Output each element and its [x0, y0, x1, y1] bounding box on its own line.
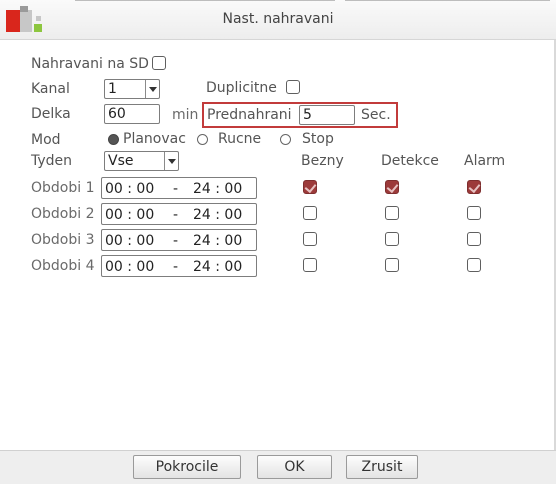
length-unit: min [172, 107, 199, 123]
column-alarm: Alarm [464, 153, 506, 169]
period-start: 00 : 00 [105, 207, 155, 223]
period-label: Obdobi 4 [31, 258, 95, 274]
advanced-button[interactable]: Pokrocile [133, 455, 241, 479]
mode-radio-planovac[interactable] [108, 134, 119, 145]
prerecord-label: Prednahrani [207, 107, 292, 123]
length-input[interactable]: 60 [104, 104, 160, 124]
period-detekce-checkbox[interactable] [385, 206, 399, 220]
period-detekce-checkbox[interactable] [385, 232, 399, 246]
period-alarm-checkbox[interactable] [467, 232, 481, 246]
mode-radio-rucne[interactable] [197, 134, 208, 145]
duplicate-checkbox[interactable] [286, 80, 300, 94]
mode-option-rucne: Rucne [218, 131, 262, 147]
title-bar: Nast. nahravani [0, 0, 556, 40]
week-select[interactable]: Vse [104, 151, 179, 171]
week-value: Vse [108, 153, 134, 169]
mode-label: Mod [31, 132, 61, 148]
period-time-range[interactable]: 00 : 00 - 24 : 00 [101, 229, 257, 251]
period-bezny-checkbox[interactable] [303, 180, 317, 194]
period-start: 00 : 00 [105, 259, 155, 275]
chevron-down-icon[interactable] [164, 152, 178, 170]
period-label: Obdobi 3 [31, 232, 95, 248]
period-label: Obdobi 2 [31, 206, 95, 222]
week-label: Tyden [31, 153, 73, 169]
record-sd-checkbox[interactable] [152, 56, 166, 70]
channel-label: Kanal [31, 81, 70, 97]
prerecord-unit: Sec. [361, 107, 391, 123]
period-label: Obdobi 1 [31, 180, 95, 196]
period-alarm-checkbox[interactable] [467, 206, 481, 220]
channel-value: 1 [108, 81, 117, 97]
length-label: Delka [31, 106, 71, 122]
period-separator: - [173, 233, 179, 249]
period-bezny-checkbox[interactable] [303, 232, 317, 246]
window-title: Nast. nahravani [222, 11, 334, 27]
period-end: 24 : 00 [193, 259, 243, 275]
period-end: 24 : 00 [193, 181, 243, 197]
cancel-button[interactable]: Zrusit [346, 455, 418, 479]
period-start: 00 : 00 [105, 233, 155, 249]
record-sd-label: Nahravani na SD [31, 56, 149, 72]
period-end: 24 : 00 [193, 207, 243, 223]
channel-select[interactable]: 1 [104, 79, 160, 99]
mode-option-planovac: Planovac [123, 131, 186, 147]
ok-button[interactable]: OK [257, 455, 332, 479]
period-alarm-checkbox[interactable] [467, 258, 481, 272]
column-detekce: Detekce [381, 153, 439, 169]
period-end: 24 : 00 [193, 233, 243, 249]
title-bar-divider [75, 0, 335, 1]
period-time-range[interactable]: 00 : 00 - 24 : 00 [101, 177, 257, 199]
column-bezny: Bezny [301, 153, 344, 169]
period-start: 00 : 00 [105, 181, 155, 197]
period-separator: - [173, 259, 179, 275]
period-time-range[interactable]: 00 : 00 - 24 : 00 [101, 255, 257, 277]
title-bar-divider [345, 0, 550, 1]
mode-radio-stop[interactable] [280, 134, 291, 145]
period-separator: - [173, 207, 179, 223]
period-bezny-checkbox[interactable] [303, 206, 317, 220]
chevron-down-icon[interactable] [145, 80, 159, 98]
mode-option-stop: Stop [302, 131, 334, 147]
period-bezny-checkbox[interactable] [303, 258, 317, 272]
period-detekce-checkbox[interactable] [385, 258, 399, 272]
period-detekce-checkbox[interactable] [385, 180, 399, 194]
prerecord-input[interactable]: 5 [299, 105, 355, 125]
period-time-range[interactable]: 00 : 00 - 24 : 00 [101, 203, 257, 225]
period-separator: - [173, 181, 179, 197]
period-alarm-checkbox[interactable] [467, 180, 481, 194]
duplicate-label: Duplicitne [206, 80, 277, 96]
